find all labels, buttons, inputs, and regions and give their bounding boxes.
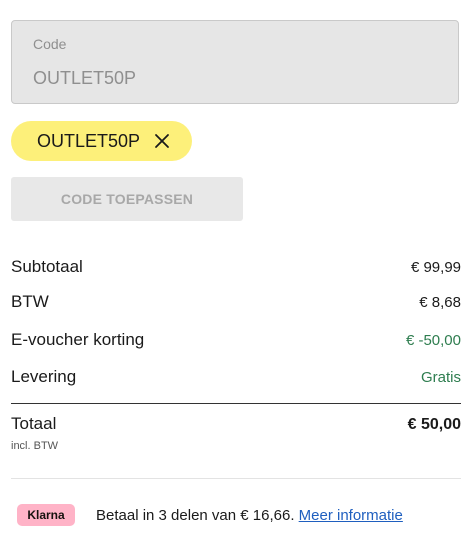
voucher-value: € -50,00 (405, 332, 461, 349)
code-input-value[interactable]: OUTLET50P (33, 68, 136, 89)
total-value: € 50,00 (407, 416, 461, 433)
apply-code-button[interactable]: CODE TOEPASSEN (11, 177, 243, 221)
applied-code-label: OUTLET50P (37, 130, 141, 151)
total-divider (11, 403, 461, 404)
total-label: Totaal (11, 414, 57, 433)
subtotal-value: € 99,99 (410, 259, 461, 276)
applied-code-chip: OUTLET50P (11, 121, 192, 161)
subtotal-label: Subtotaal (11, 257, 83, 276)
klarna-message: Betaal in 3 delen van € 16,66. Meer info… (96, 507, 403, 524)
klarna-logo: Klarna (17, 504, 75, 526)
vat-label: BTW (11, 292, 49, 311)
voucher-label: E-voucher korting (11, 330, 145, 349)
vat-value: € 8,68 (419, 294, 461, 311)
subtotal-row: Subtotaal € 99,99 (11, 257, 461, 281)
delivery-row: Levering Gratis (11, 367, 461, 391)
voucher-row: E-voucher korting € -50,00 (11, 330, 461, 354)
code-input[interactable]: Code OUTLET50P (11, 20, 459, 104)
delivery-value: Gratis (420, 369, 461, 386)
more-info-link[interactable]: Meer informatie (299, 507, 403, 524)
klarna-text: Betaal in 3 delen van € 16,66. (96, 507, 299, 524)
close-icon[interactable] (154, 133, 170, 149)
total-sublabel: incl. BTW (11, 440, 59, 452)
vat-row: BTW € 8,68 (11, 292, 461, 316)
delivery-label: Levering (11, 367, 77, 386)
klarna-divider (11, 478, 461, 479)
code-input-label: Code (33, 36, 67, 52)
